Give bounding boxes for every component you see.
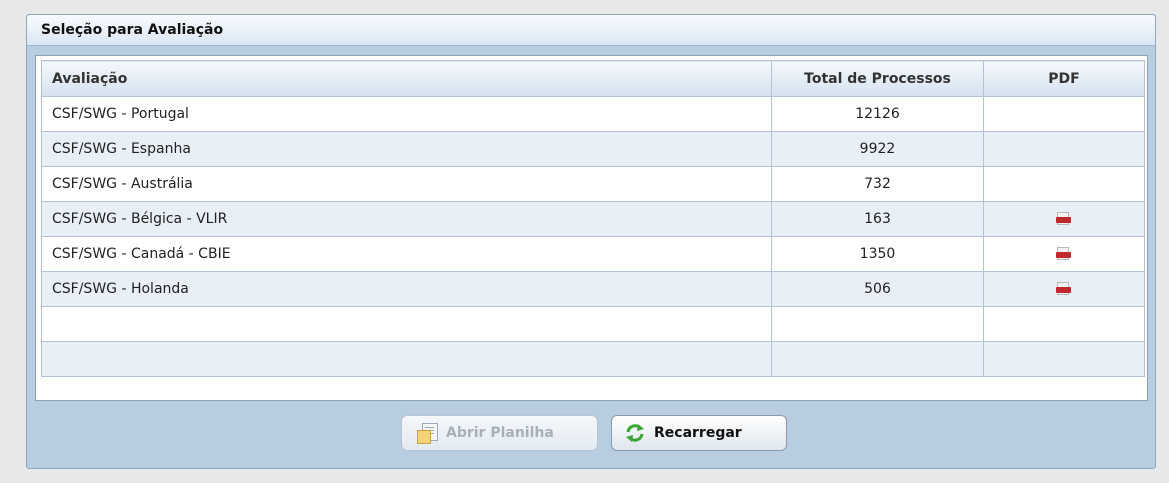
cell-pdf bbox=[983, 131, 1145, 167]
open-spreadsheet-button[interactable]: Abrir Planilha bbox=[401, 415, 598, 451]
pdf-file-icon[interactable] bbox=[1056, 247, 1072, 261]
pdf-file-icon[interactable] bbox=[1056, 282, 1072, 296]
cell-pdf bbox=[983, 306, 1145, 342]
cell-total-processes bbox=[771, 341, 984, 377]
cell-evaluation-name[interactable]: CSF/SWG - Austrália bbox=[41, 166, 772, 202]
cell-total-processes bbox=[771, 306, 984, 342]
cell-evaluation-name[interactable]: CSF/SWG - Canadá - CBIE bbox=[41, 236, 772, 272]
table-row[interactable]: CSF/SWG - Holanda 506 bbox=[41, 271, 1145, 307]
cell-total-processes: 163 bbox=[771, 201, 984, 237]
table-row[interactable]: CSF/SWG - Canadá - CBIE 1350 bbox=[41, 236, 1145, 272]
cell-total-processes: 732 bbox=[771, 166, 984, 202]
cell-evaluation-name[interactable] bbox=[41, 306, 772, 342]
open-spreadsheet-label: Abrir Planilha bbox=[446, 425, 554, 441]
cell-evaluation-name[interactable]: CSF/SWG - Portugal bbox=[41, 96, 772, 132]
table-header-row: Avaliação Total de Processos PDF bbox=[41, 60, 1145, 97]
table-row[interactable] bbox=[41, 306, 1145, 342]
cell-total-processes: 12126 bbox=[771, 96, 984, 132]
refresh-icon bbox=[626, 424, 644, 442]
table-body: CSF/SWG - Portugal 12126 CSF/SWG - Espanha… bbox=[41, 96, 1145, 377]
cell-pdf bbox=[983, 341, 1145, 377]
pdf-file-icon[interactable] bbox=[1056, 212, 1072, 226]
spreadsheet-icon bbox=[416, 422, 438, 444]
table-row[interactable]: CSF/SWG - Portugal 12126 bbox=[41, 96, 1145, 132]
reload-button[interactable]: Recarregar bbox=[611, 415, 787, 451]
cell-evaluation-name[interactable]: CSF/SWG - Espanha bbox=[41, 131, 772, 167]
column-header-pdf[interactable]: PDF bbox=[983, 60, 1145, 97]
column-header-total-processes[interactable]: Total de Processos bbox=[771, 60, 984, 97]
table-row[interactable] bbox=[41, 341, 1145, 377]
table-row[interactable]: CSF/SWG - Bélgica - VLIR 163 bbox=[41, 201, 1145, 237]
evaluation-table: Avaliação Total de Processos PDF CSF/SWG… bbox=[41, 60, 1145, 377]
cell-total-processes: 1350 bbox=[771, 236, 984, 272]
table-row[interactable]: CSF/SWG - Austrália 732 bbox=[41, 166, 1145, 202]
cell-evaluation-name[interactable] bbox=[41, 341, 772, 377]
evaluation-selection-panel: Seleção para Avaliação Avaliação Total d… bbox=[26, 14, 1156, 469]
cell-pdf bbox=[983, 166, 1145, 202]
button-bar: Abrir Planilha Recarregar bbox=[27, 415, 1155, 451]
reload-label: Recarregar bbox=[654, 425, 742, 441]
panel-title: Seleção para Avaliação bbox=[27, 15, 1155, 46]
cell-evaluation-name[interactable]: CSF/SWG - Bélgica - VLIR bbox=[41, 201, 772, 237]
cell-total-processes: 506 bbox=[771, 271, 984, 307]
cell-evaluation-name[interactable]: CSF/SWG - Holanda bbox=[41, 271, 772, 307]
cell-pdf bbox=[983, 96, 1145, 132]
table-row[interactable]: CSF/SWG - Espanha 9922 bbox=[41, 131, 1145, 167]
cell-pdf bbox=[983, 201, 1145, 237]
evaluation-grid: Avaliação Total de Processos PDF CSF/SWG… bbox=[35, 55, 1148, 401]
cell-pdf bbox=[983, 236, 1145, 272]
cell-pdf bbox=[983, 271, 1145, 307]
cell-total-processes: 9922 bbox=[771, 131, 984, 167]
column-header-evaluation[interactable]: Avaliação bbox=[41, 60, 772, 97]
